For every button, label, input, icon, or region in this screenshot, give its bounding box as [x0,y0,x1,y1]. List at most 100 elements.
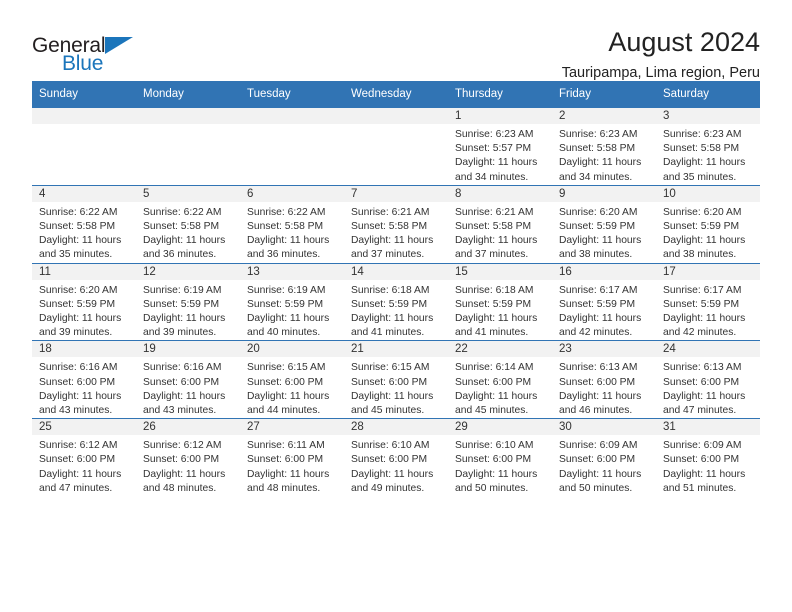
day-cell[interactable]: 7 Sunrise: 6:21 AM Sunset: 5:58 PM Dayli… [344,184,448,264]
day-cell[interactable]: 28 Sunrise: 6:10 AM Sunset: 6:00 PM Dayl… [344,418,448,497]
day-details: Sunrise: 6:18 AM Sunset: 5:59 PM Dayligh… [344,280,448,341]
daylight-text-line1: Daylight: 11 hours [663,235,746,247]
day-details: Sunrise: 6:17 AM Sunset: 5:59 PM Dayligh… [552,280,656,341]
day-cell[interactable]: 4 Sunrise: 6:22 AM Sunset: 5:58 PM Dayli… [32,184,136,264]
day-cell[interactable]: 10 Sunrise: 6:20 AM Sunset: 5:59 PM Dayl… [656,184,760,264]
daylight-text-line1: Daylight: 11 hours [559,235,642,247]
sunset-text: Sunset: 5:58 PM [39,221,116,233]
sunrise-text: Sunrise: 6:22 AM [39,206,118,218]
day-cell[interactable]: 1 Sunrise: 6:23 AM Sunset: 5:57 PM Dayli… [448,107,552,186]
day-number: 30 [552,419,656,436]
day-cell[interactable]: 11 Sunrise: 6:20 AM Sunset: 5:59 PM Dayl… [32,262,136,341]
day-details: Sunrise: 6:16 AM Sunset: 6:00 PM Dayligh… [32,357,136,418]
sunrise-text: Sunrise: 6:10 AM [455,440,534,452]
day-cell[interactable]: 16 Sunrise: 6:17 AM Sunset: 5:59 PM Dayl… [552,262,656,341]
day-cell[interactable]: 31 Sunrise: 6:09 AM Sunset: 6:00 PM Dayl… [656,418,760,497]
day-details: Sunrise: 6:21 AM Sunset: 5:58 PM Dayligh… [448,202,552,263]
sunset-text: Sunset: 5:59 PM [559,221,636,233]
calendar-body: 1 Sunrise: 6:23 AM Sunset: 5:57 PM Dayli… [32,107,760,497]
daylight-text-line1: Daylight: 11 hours [351,235,434,247]
day-details: Sunrise: 6:22 AM Sunset: 5:58 PM Dayligh… [32,202,136,263]
daylight-text-line1: Daylight: 11 hours [663,157,746,169]
triangle-icon [105,37,133,54]
day-cell[interactable]: 25 Sunrise: 6:12 AM Sunset: 6:00 PM Dayl… [32,418,136,497]
day-details: Sunrise: 6:13 AM Sunset: 6:00 PM Dayligh… [552,357,656,418]
day-cell[interactable]: 22 Sunrise: 6:14 AM Sunset: 6:00 PM Dayl… [448,340,552,419]
daylight-text-line1: Daylight: 11 hours [663,313,746,325]
day-number: 14 [344,263,448,280]
daylight-text-line2: and 41 minutes. [455,327,529,339]
sunrise-text: Sunrise: 6:11 AM [247,440,325,452]
day-cell[interactable]: 8 Sunrise: 6:21 AM Sunset: 5:58 PM Dayli… [448,184,552,264]
daylight-text-line2: and 38 minutes. [663,249,737,261]
sunset-text: Sunset: 6:00 PM [351,454,428,466]
day-cell[interactable]: 21 Sunrise: 6:15 AM Sunset: 6:00 PM Dayl… [344,340,448,419]
daylight-text-line2: and 39 minutes. [39,327,113,339]
day-cell[interactable]: 13 Sunrise: 6:19 AM Sunset: 5:59 PM Dayl… [240,262,344,341]
daylight-text-line1: Daylight: 11 hours [143,468,226,480]
day-number: 13 [240,263,344,280]
sunrise-text: Sunrise: 6:19 AM [247,284,326,296]
day-number: 20 [240,341,344,358]
day-number: 29 [448,419,552,436]
day-cell[interactable]: 15 Sunrise: 6:18 AM Sunset: 5:59 PM Dayl… [448,262,552,341]
daylight-text-line2: and 36 minutes. [143,249,217,261]
daylight-text-line2: and 39 minutes. [143,327,217,339]
day-cell[interactable]: 9 Sunrise: 6:20 AM Sunset: 5:59 PM Dayli… [552,184,656,264]
daylight-text-line1: Daylight: 11 hours [559,313,642,325]
day-number: 25 [32,419,136,436]
day-number: 3 [656,108,760,124]
brand-logo[interactable]: General Blue [32,26,142,75]
day-cell[interactable]: 14 Sunrise: 6:18 AM Sunset: 5:59 PM Dayl… [344,262,448,341]
day-number [344,108,448,124]
day-cell[interactable] [32,107,136,186]
day-cell[interactable]: 18 Sunrise: 6:16 AM Sunset: 6:00 PM Dayl… [32,340,136,419]
day-cell[interactable]: 6 Sunrise: 6:22 AM Sunset: 5:58 PM Dayli… [240,184,344,264]
day-cell[interactable]: 3 Sunrise: 6:23 AM Sunset: 5:58 PM Dayli… [656,107,760,186]
sunrise-text: Sunrise: 6:12 AM [143,440,222,452]
day-details [344,124,448,128]
day-cell[interactable] [136,107,240,186]
day-cell[interactable]: 5 Sunrise: 6:22 AM Sunset: 5:58 PM Dayli… [136,184,240,264]
day-cell[interactable] [240,107,344,186]
sunset-text: Sunset: 6:00 PM [559,454,636,466]
day-cell[interactable]: 19 Sunrise: 6:16 AM Sunset: 6:00 PM Dayl… [136,340,240,419]
day-details: Sunrise: 6:13 AM Sunset: 6:00 PM Dayligh… [656,357,760,418]
daylight-text-line2: and 37 minutes. [455,249,529,261]
day-cell[interactable]: 2 Sunrise: 6:23 AM Sunset: 5:58 PM Dayli… [552,107,656,186]
sunrise-text: Sunrise: 6:15 AM [351,362,430,374]
calendar-grid: Sunday Monday Tuesday Wednesday Thursday… [32,81,760,497]
daylight-text-line1: Daylight: 11 hours [39,313,122,325]
week-row: 1 Sunrise: 6:23 AM Sunset: 5:57 PM Dayli… [32,107,760,186]
day-cell[interactable]: 30 Sunrise: 6:09 AM Sunset: 6:00 PM Dayl… [552,418,656,497]
daylight-text-line2: and 44 minutes. [247,405,321,417]
day-cell[interactable]: 26 Sunrise: 6:12 AM Sunset: 6:00 PM Dayl… [136,418,240,497]
sunset-text: Sunset: 6:00 PM [39,376,116,388]
day-cell[interactable]: 24 Sunrise: 6:13 AM Sunset: 6:00 PM Dayl… [656,340,760,419]
brand-name-bottom: Blue [62,52,104,75]
day-number: 23 [552,341,656,358]
day-number [240,108,344,124]
day-cell[interactable]: 20 Sunrise: 6:15 AM Sunset: 6:00 PM Dayl… [240,340,344,419]
daylight-text-line2: and 38 minutes. [559,249,633,261]
sunrise-text: Sunrise: 6:14 AM [455,362,534,374]
daylight-text-line2: and 48 minutes. [247,482,321,494]
day-cell[interactable]: 17 Sunrise: 6:17 AM Sunset: 5:59 PM Dayl… [656,262,760,341]
sunset-text: Sunset: 6:00 PM [247,376,324,388]
day-details: Sunrise: 6:10 AM Sunset: 6:00 PM Dayligh… [448,435,552,496]
weekday-header-wednesday: Wednesday [344,81,448,108]
daylight-text-line2: and 34 minutes. [455,171,529,183]
day-cell[interactable]: 23 Sunrise: 6:13 AM Sunset: 6:00 PM Dayl… [552,340,656,419]
sunset-text: Sunset: 5:58 PM [247,221,324,233]
day-details: Sunrise: 6:23 AM Sunset: 5:58 PM Dayligh… [552,124,656,185]
day-cell[interactable]: 29 Sunrise: 6:10 AM Sunset: 6:00 PM Dayl… [448,418,552,497]
day-details: Sunrise: 6:20 AM Sunset: 5:59 PM Dayligh… [32,280,136,341]
day-details: Sunrise: 6:09 AM Sunset: 6:00 PM Dayligh… [656,435,760,496]
day-number: 19 [136,341,240,358]
day-cell[interactable]: 27 Sunrise: 6:11 AM Sunset: 6:00 PM Dayl… [240,418,344,497]
day-details: Sunrise: 6:12 AM Sunset: 6:00 PM Dayligh… [32,435,136,496]
sunset-text: Sunset: 6:00 PM [143,376,220,388]
day-cell[interactable] [344,107,448,186]
day-cell[interactable]: 12 Sunrise: 6:19 AM Sunset: 5:59 PM Dayl… [136,262,240,341]
daylight-text-line2: and 45 minutes. [351,405,425,417]
